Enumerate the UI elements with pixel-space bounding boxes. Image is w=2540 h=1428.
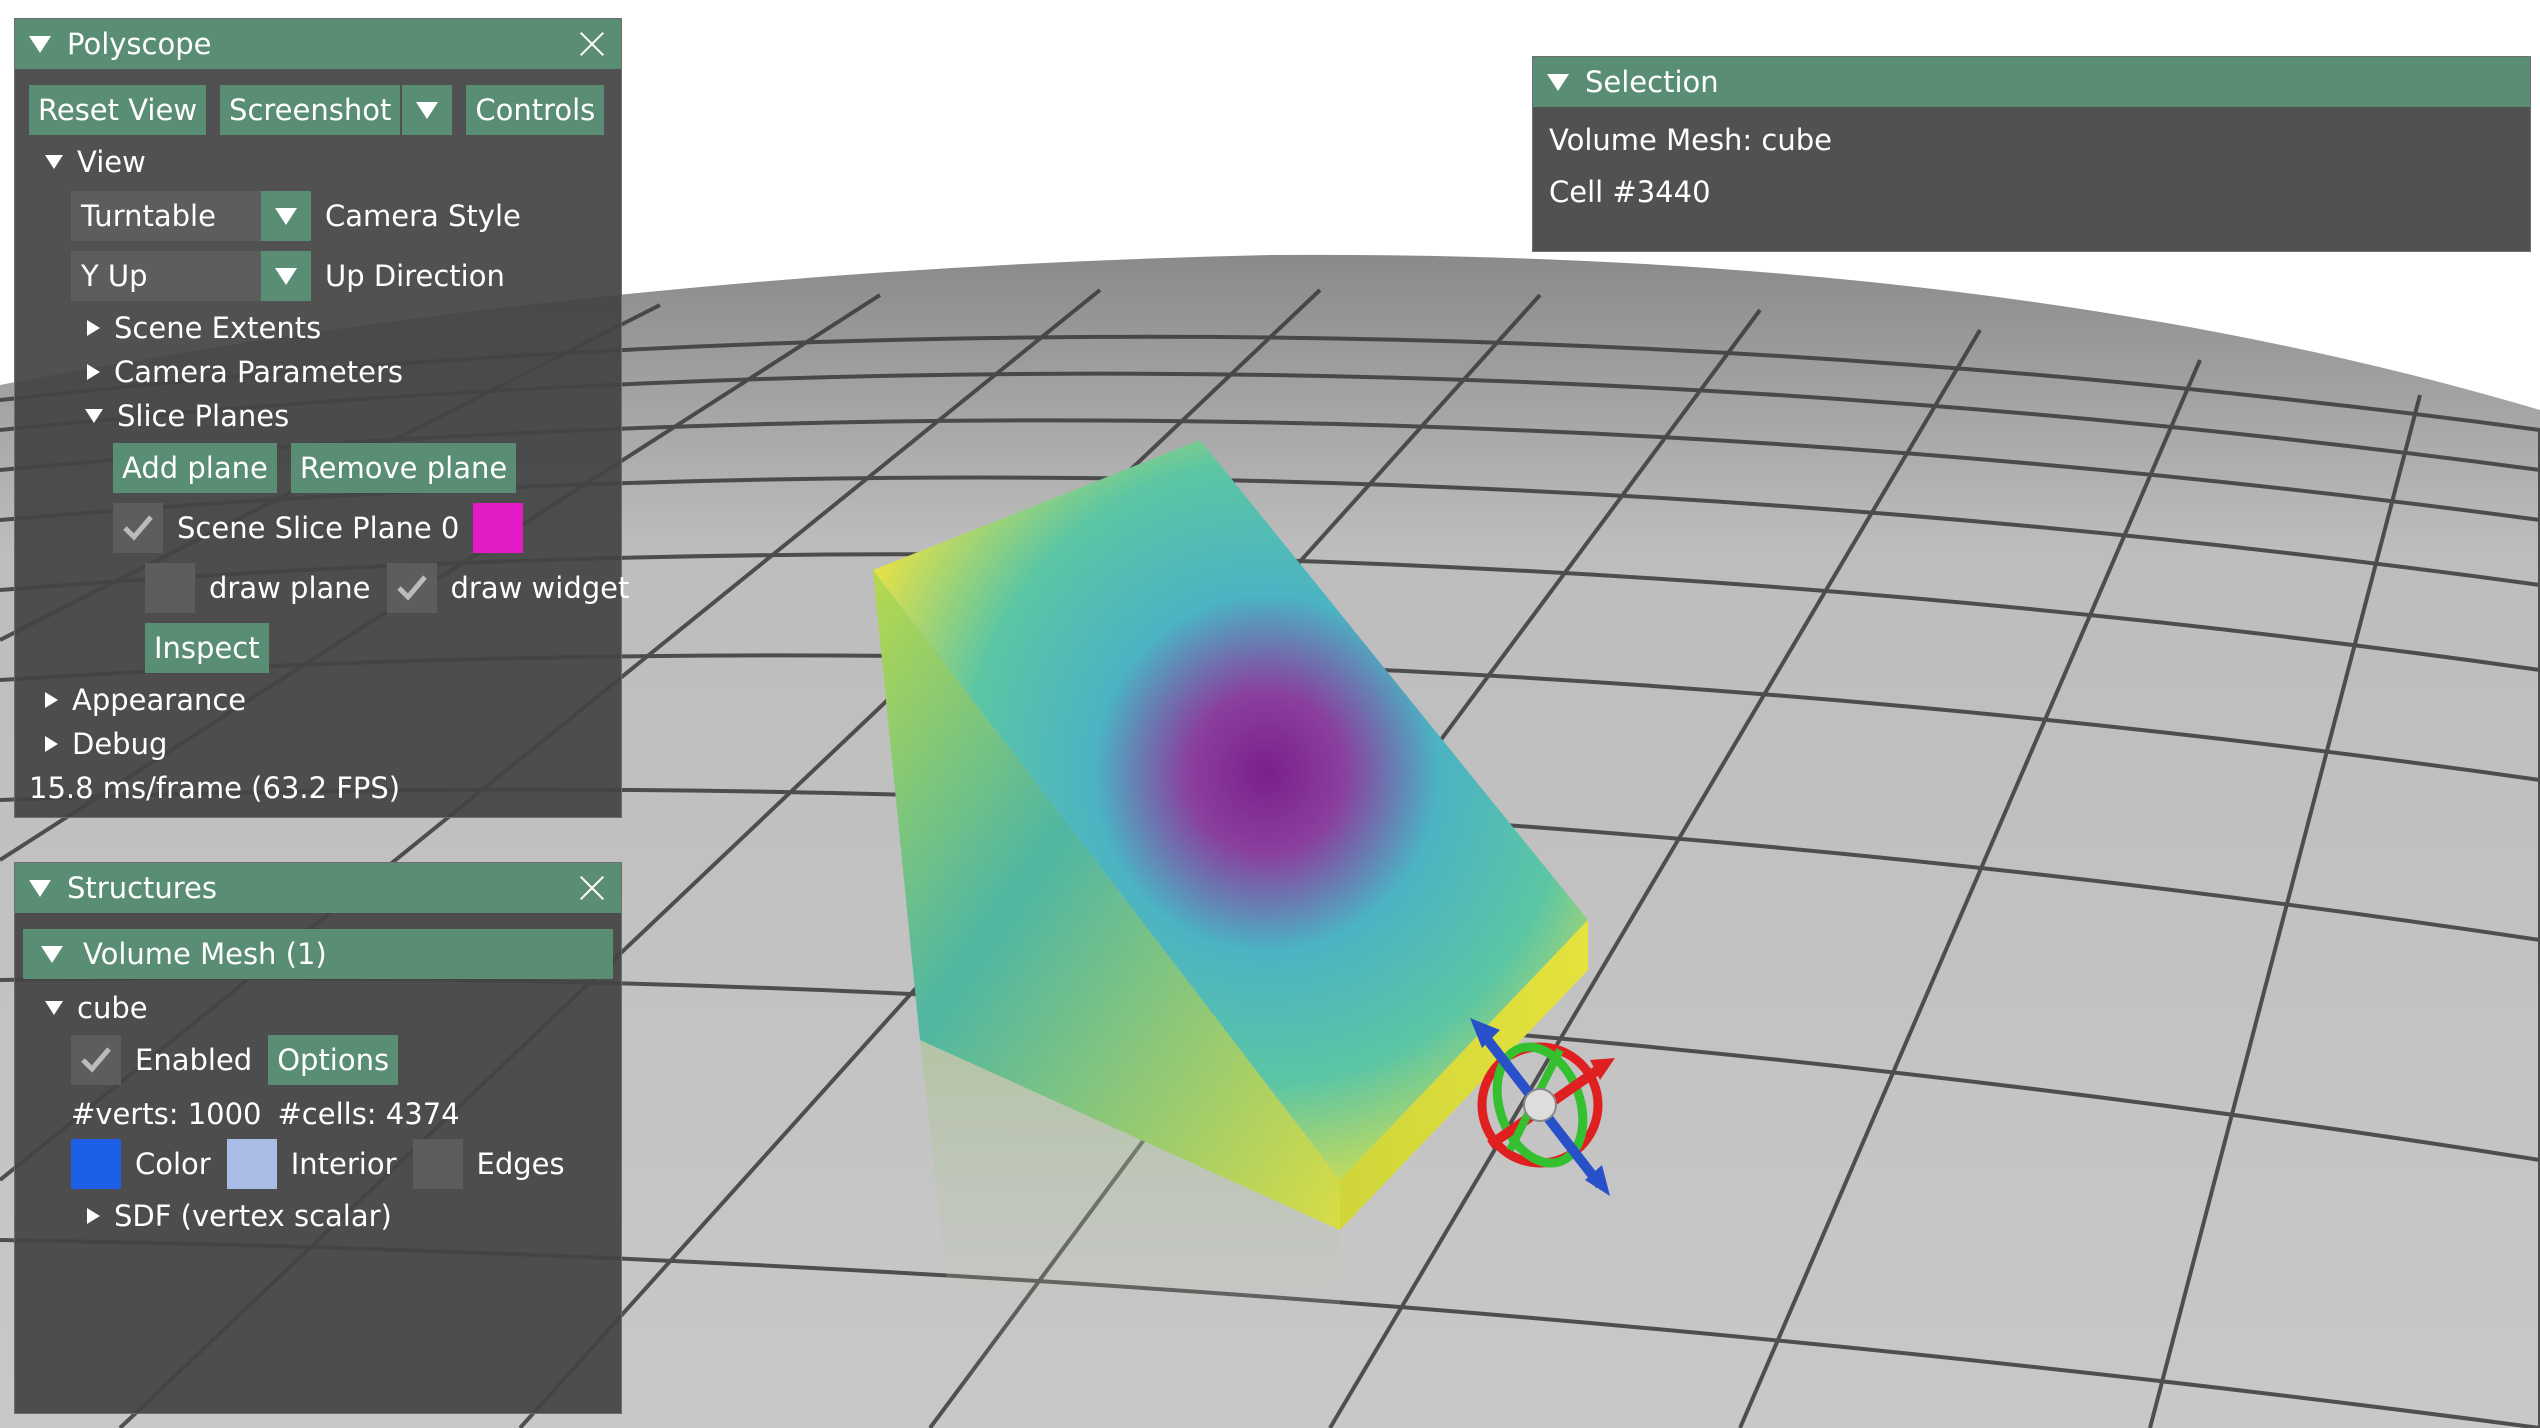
selection-titlebar[interactable]: Selection [1533,57,2530,107]
selection-cell-text: Cell #3440 [1549,175,1711,209]
draw-plane-checkbox[interactable] [145,563,195,613]
draw-plane-label: draw plane [209,571,371,605]
collapse-triangle-icon[interactable] [1547,73,1569,91]
sdf-quantity-label: SDF (vertex scalar) [114,1199,392,1233]
debug-node[interactable]: Debug [45,727,167,761]
options-button[interactable]: Options [268,1035,399,1085]
expanded-arrow-icon [45,1001,63,1015]
slice-plane-color-swatch[interactable] [473,503,524,553]
collapsed-arrow-icon [87,320,100,336]
camera-parameters-node[interactable]: Camera Parameters [87,355,403,389]
panel-title: Selection [1585,65,1719,99]
camera-parameters-label: Camera Parameters [114,355,404,389]
collapse-triangle-icon[interactable] [29,35,51,53]
selection-panel: Selection Volume Mesh: cube Cell #3440 [1532,56,2531,252]
panel-title: Polyscope [67,27,212,61]
checkmark-icon [396,575,427,601]
add-plane-button[interactable]: Add plane [113,443,277,493]
draw-widget-checkbox[interactable] [386,563,437,613]
slice-planes-node[interactable]: Slice Planes [85,399,289,433]
checkmark-icon [81,1047,111,1073]
verts-count: #verts: 1000 [71,1097,262,1131]
slice-planes-label: Slice Planes [117,399,290,433]
remove-plane-button[interactable]: Remove plane [290,443,517,493]
chevron-down-icon [416,101,439,119]
sdf-quantity-node[interactable]: SDF (vertex scalar) [87,1199,392,1233]
debug-label: Debug [72,727,168,761]
inspect-button[interactable]: Inspect [145,623,269,673]
collapse-triangle-icon[interactable] [29,879,51,897]
cube-tree-node[interactable]: cube [45,991,148,1025]
enabled-checkbox[interactable] [71,1035,121,1085]
chevron-down-icon [261,251,311,301]
controls-button[interactable]: Controls [466,85,605,135]
polyscope-titlebar[interactable]: Polyscope [15,19,621,69]
slice-plane-name: Scene Slice Plane 0 [177,511,460,545]
interior-swatch[interactable] [226,1139,277,1189]
collapsed-arrow-icon [87,364,100,380]
enabled-label: Enabled [135,1043,253,1077]
screenshot-button[interactable]: Screenshot [220,85,401,135]
checkmark-icon [123,515,153,541]
collapsed-arrow-icon [45,692,58,708]
scene-extents-label: Scene Extents [114,311,322,345]
view-label: View [77,145,146,179]
structures-panel: Structures Volume Mesh (1) cube Enabled … [14,862,622,1414]
expanded-arrow-icon [41,945,63,963]
cells-count: #cells: 4374 [277,1097,460,1131]
up-direction-label: Up Direction [325,259,505,293]
screenshot-options-button[interactable] [402,85,453,135]
up-direction-select[interactable]: Y Up [71,251,311,301]
camera-style-select[interactable]: Turntable [71,191,311,241]
slice-plane-enabled-checkbox[interactable] [113,503,163,553]
collapsed-arrow-icon [87,1208,100,1224]
appearance-label: Appearance [72,683,247,717]
view-tree-node[interactable]: View [45,145,146,179]
selection-structure-text: Volume Mesh: cube [1549,123,1832,157]
collapsed-arrow-icon [45,736,58,752]
structures-titlebar[interactable]: Structures [15,863,621,913]
camera-style-label: Camera Style [325,199,521,233]
chevron-down-icon [261,191,311,241]
up-direction-value: Y Up [81,259,148,293]
volume-mesh-group-label: Volume Mesh (1) [83,937,327,971]
edges-label: Edges [476,1147,565,1181]
close-icon[interactable] [579,31,605,57]
appearance-node[interactable]: Appearance [45,683,246,717]
expanded-arrow-icon [45,155,63,169]
close-icon[interactable] [579,875,605,901]
polyscope-panel: Polyscope Reset View Screenshot Controls… [14,18,629,818]
color-swatch[interactable] [71,1139,121,1189]
camera-style-value: Turntable [81,199,216,233]
reset-view-button[interactable]: Reset View [29,85,207,135]
expanded-arrow-icon [85,409,103,423]
draw-widget-label: draw widget [450,571,630,605]
scene-extents-node[interactable]: Scene Extents [87,311,321,345]
volume-mesh-group-header[interactable]: Volume Mesh (1) [23,929,613,979]
edges-swatch[interactable] [412,1139,463,1189]
panel-title: Structures [67,871,218,905]
frame-time-text: 15.8 ms/frame (63.2 FPS) [29,771,401,805]
interior-label: Interior [290,1147,397,1181]
color-label: Color [135,1147,211,1181]
cube-label: cube [77,991,148,1025]
